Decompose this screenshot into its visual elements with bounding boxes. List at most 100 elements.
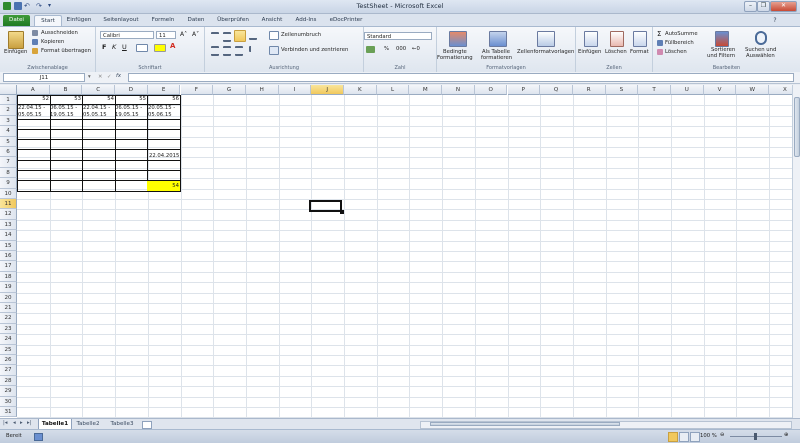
cell-c2-line2[interactable]: 05.05.15	[83, 112, 107, 119]
format-painter-button[interactable]: Format übertragen	[41, 48, 91, 54]
currency-icon[interactable]	[366, 46, 375, 53]
tab-edocprinter[interactable]: eDocPrinter	[326, 15, 366, 26]
cell-e9[interactable]: 54	[148, 183, 179, 190]
zoom-in-icon[interactable]: ⊕	[784, 432, 788, 438]
row-header-24[interactable]: 24	[0, 334, 17, 345]
row-header-22[interactable]: 22	[0, 313, 17, 324]
name-box-dropdown-icon[interactable]: ▾	[88, 74, 91, 80]
column-header-f[interactable]: F	[180, 85, 214, 95]
copy-button[interactable]: Kopieren	[41, 39, 64, 45]
row-header-17[interactable]: 17	[0, 261, 17, 272]
row-header-13[interactable]: 13	[0, 219, 17, 231]
sheet-nav-last-icon[interactable]: ▸|	[27, 420, 31, 426]
paste-button[interactable]: Einfügen	[4, 49, 27, 55]
column-header-t[interactable]: T	[638, 85, 671, 95]
wrap-text-button[interactable]: Zeilenumbruch	[281, 32, 321, 38]
column-header-o[interactable]: O	[474, 85, 508, 95]
align-middle-icon[interactable]	[223, 32, 231, 42]
clear-button[interactable]: Löschen	[665, 49, 687, 55]
sort-filter-icon[interactable]	[715, 31, 729, 47]
tab-review[interactable]: Überprüfen	[214, 15, 252, 26]
cell-styles-button[interactable]: Zellenformatvorlagen	[517, 49, 574, 55]
cell-e2-line2[interactable]: 05.06.15	[148, 112, 172, 119]
cell-e6[interactable]: 22.04.2015	[149, 153, 179, 160]
horizontal-scroll-thumb[interactable]	[430, 422, 620, 426]
insert-cells-button[interactable]: Einfügen	[578, 49, 601, 55]
cell-c1[interactable]: 54	[83, 96, 114, 103]
orientation-icon[interactable]	[249, 32, 257, 40]
row-header-7[interactable]: 7	[0, 157, 17, 168]
insert-function-button[interactable]: fx	[116, 73, 121, 79]
underline-button[interactable]: U	[122, 43, 127, 51]
sheet-nav-next-icon[interactable]: ▸	[20, 420, 23, 426]
row-header-21[interactable]: 21	[0, 303, 17, 314]
select-all-corner[interactable]	[0, 85, 17, 95]
row-header-3[interactable]: 3	[0, 115, 17, 127]
column-header-d[interactable]: D	[115, 85, 148, 95]
align-center-icon[interactable]	[223, 46, 231, 56]
align-top-icon[interactable]	[211, 32, 219, 40]
row-header-1[interactable]: 1	[0, 95, 17, 106]
cell-styles-icon[interactable]	[537, 31, 555, 47]
row-header-31[interactable]: 31	[0, 407, 17, 418]
tab-addins[interactable]: Add-Ins	[292, 15, 320, 26]
sheet-tab-tabelle3[interactable]: Tabelle3	[106, 419, 138, 429]
column-header-j[interactable]: J	[311, 85, 344, 95]
font-color-icon[interactable]: A	[170, 42, 175, 50]
view-normal-icon[interactable]	[668, 432, 678, 442]
column-header-m[interactable]: M	[409, 85, 443, 95]
cell-e2-line1[interactable]: 20.05.15 -	[148, 105, 175, 112]
name-box[interactable]: J11	[3, 73, 85, 82]
zoom-slider-thumb[interactable]	[754, 433, 757, 440]
fill-handle[interactable]	[340, 210, 344, 214]
shrink-font-icon[interactable]: A˅	[192, 31, 199, 38]
cell-e1[interactable]: 56	[148, 96, 179, 103]
column-header-b[interactable]: B	[49, 85, 83, 95]
tab-file[interactable]: Datei	[3, 15, 30, 26]
row-header-12[interactable]: 12	[0, 209, 17, 220]
row-header-10[interactable]: 10	[0, 188, 17, 199]
cell-b2-line2[interactable]: 19.05.15	[50, 112, 74, 119]
column-header-k[interactable]: K	[344, 85, 377, 95]
font-name-select[interactable]: Calibri	[100, 31, 154, 39]
cut-button[interactable]: Ausschneiden	[41, 30, 78, 36]
column-header-x[interactable]: X	[769, 85, 792, 95]
merge-center-button[interactable]: Verbinden und zentrieren	[281, 47, 348, 53]
macro-record-icon[interactable]	[34, 433, 43, 441]
cancel-entry-icon[interactable]: ✕	[98, 74, 102, 80]
active-cell-cursor[interactable]	[309, 200, 342, 212]
column-header-w[interactable]: W	[736, 85, 770, 95]
column-header-h[interactable]: H	[245, 85, 279, 95]
cell-c2-line1[interactable]: 22.04.15 -	[83, 105, 110, 112]
row-header-26[interactable]: 26	[0, 355, 17, 366]
cell-b2-line1[interactable]: 06.05.15 -	[50, 105, 77, 112]
close-button[interactable]: ✕	[770, 1, 797, 12]
decimal-icon[interactable]: ←0	[412, 46, 420, 52]
row-header-5[interactable]: 5	[0, 136, 17, 147]
delete-cells-button[interactable]: Löschen	[605, 49, 627, 55]
row-header-4[interactable]: 4	[0, 126, 17, 137]
column-header-v[interactable]: V	[703, 85, 737, 95]
row-header-27[interactable]: 27	[0, 365, 17, 376]
find-select-icon[interactable]	[755, 31, 767, 45]
vertical-scroll-thumb[interactable]	[794, 97, 800, 157]
zoom-out-icon[interactable]: ⊖	[720, 432, 724, 438]
find-select-label2[interactable]: Auswählen	[746, 53, 775, 59]
tab-view[interactable]: Ansicht	[258, 15, 286, 26]
sheet-tab-tabelle2[interactable]: Tabelle2	[72, 419, 104, 429]
view-page-break-icon[interactable]	[690, 432, 700, 442]
view-page-layout-icon[interactable]	[679, 432, 689, 442]
column-header-p[interactable]: P	[507, 85, 541, 95]
thousands-button[interactable]: 000	[396, 46, 406, 52]
minimize-button[interactable]: –	[744, 1, 757, 12]
row-header-8[interactable]: 8	[0, 167, 17, 179]
sort-filter-label2[interactable]: und Filtern	[707, 53, 735, 59]
align-left-icon[interactable]	[211, 46, 219, 56]
column-header-r[interactable]: R	[572, 85, 606, 95]
fill-button[interactable]: Füllbereich	[665, 40, 694, 46]
row-header-30[interactable]: 30	[0, 396, 17, 407]
column-header-u[interactable]: U	[671, 85, 704, 95]
column-header-i[interactable]: I	[278, 85, 312, 95]
paste-icon[interactable]	[8, 31, 24, 49]
font-size-select[interactable]: 11	[156, 31, 176, 39]
